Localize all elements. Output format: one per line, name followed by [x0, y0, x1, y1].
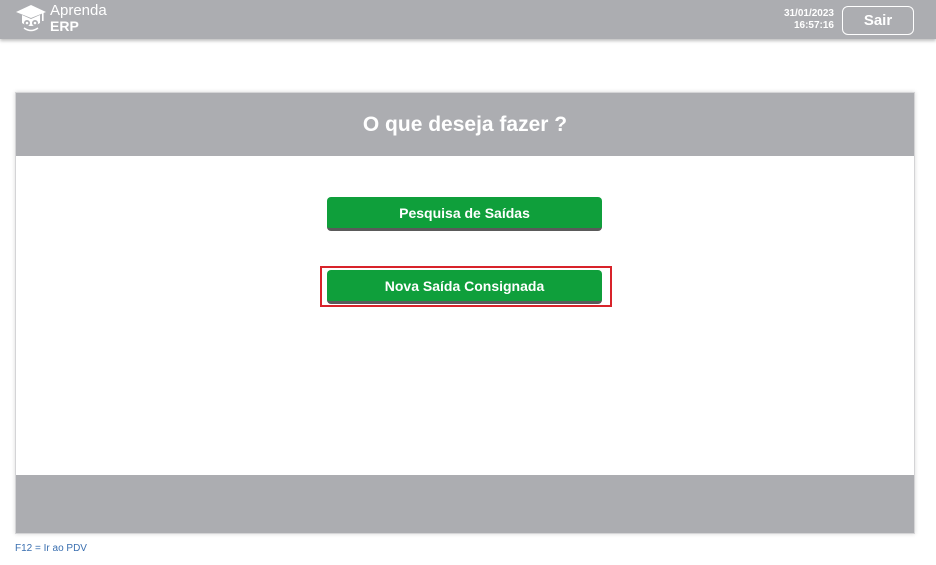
- panel-header: O que deseja fazer ?: [16, 93, 914, 156]
- time-text: 16:57:16: [793, 20, 834, 31]
- new-consigned-exit-button[interactable]: Nova Saída Consignada: [327, 270, 602, 304]
- search-exits-button[interactable]: Pesquisa de Saídas: [327, 197, 602, 231]
- exit-button[interactable]: Sair: [842, 6, 914, 35]
- page-title: O que deseja fazer ?: [362, 112, 568, 136]
- action-panel: O que deseja fazer ? Pesquisa de Saídas …: [15, 92, 915, 534]
- logo-text-line1: Aprenda: [50, 2, 107, 19]
- graduation-cap-owl-icon: [16, 5, 46, 32]
- top-bar: Aprenda ERP 31/01/2023 16:57:16 Sair: [0, 0, 936, 39]
- date-time-display: 31/01/2023 16:57:16: [784, 8, 834, 32]
- panel-footer: [16, 475, 914, 533]
- shortcut-hint: F12 = Ir ao PDV: [15, 543, 87, 554]
- date-text: 31/01/2023: [783, 8, 834, 19]
- app-logo[interactable]: Aprenda ERP: [15, 2, 135, 36]
- logo-text-line2: ERP: [50, 18, 79, 34]
